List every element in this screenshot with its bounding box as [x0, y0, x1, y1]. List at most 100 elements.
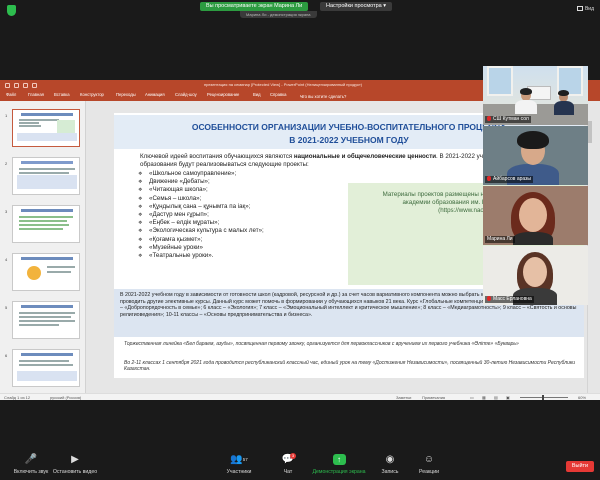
slide-thumbnail[interactable] [12, 157, 80, 195]
record-label: Запись [381, 469, 399, 475]
view-options-label: Настройки просмотра [326, 3, 382, 9]
person-hair [517, 131, 549, 149]
participants-label: Участники [226, 469, 252, 475]
intro-prefix: Ключевой идеей воспитания обучающихся яв… [140, 153, 294, 160]
view-options-dropdown[interactable]: Настройки просмотра ▾ [320, 2, 392, 11]
ribbon-tab-transitions[interactable]: Переходы [116, 92, 136, 97]
ppt-status-bar: Слайд 1 из 12 русский (Россия) Заметки П… [0, 393, 600, 400]
participant-name: СШ Кутман сол [493, 116, 529, 122]
save-icon[interactable] [5, 83, 10, 88]
list-item: «Құндылық сана – құнымта па іақ»; [138, 203, 358, 211]
person-face [523, 257, 547, 287]
comments-button[interactable]: Примечания [422, 394, 445, 401]
thumb-title [21, 209, 73, 212]
participant-name-tag: Айбарсов аразы [485, 176, 533, 183]
thumb-chart [27, 266, 41, 280]
share-screen-icon: ↑ [332, 454, 346, 465]
share-screen-button[interactable]: ↑ Демонстрация экрана [310, 450, 368, 475]
stop-video-button[interactable]: ▶ Остановить видео [46, 450, 104, 475]
thumb-number: 6 [5, 353, 8, 358]
notes-button[interactable]: Заметки [396, 394, 411, 401]
grid-view-icon [576, 6, 583, 12]
thumb-line [19, 172, 69, 174]
slide-thumbnail[interactable] [12, 253, 80, 291]
redo-icon[interactable] [23, 83, 28, 88]
thumb-title [21, 161, 73, 164]
ribbon-tab-review[interactable]: Рецензирование [207, 92, 239, 97]
ribbon-tab-insert[interactable]: Вставка [54, 92, 70, 97]
participant-name-tag: СШ Кутман сол [485, 116, 531, 123]
reactions-button[interactable]: ☺ Реакции [400, 450, 458, 475]
thumb-line [19, 312, 75, 314]
thumb-line [19, 168, 75, 170]
first-bell-note: Торжественная линейка «Бел бараем, азуды… [124, 341, 519, 347]
slide-thumbnail-pane: 1 2 3 4 5 6 [0, 101, 86, 393]
thumb-box [17, 371, 77, 381]
person-body [554, 101, 574, 115]
list-item: «Экологическая культура с малых лет»; [138, 227, 358, 235]
chat-button[interactable]: 💬 3 Чат [259, 450, 317, 475]
mic-muted-icon [487, 176, 491, 181]
participant-video-tile[interactable]: Марина Ли [483, 186, 588, 245]
meeting-toolbar: 🎤 Включить звук ▶ Остановить видео 👥57 У… [0, 448, 600, 480]
view-button[interactable]: Вид [576, 6, 594, 12]
ribbon-tab-slideshow[interactable]: Слайд-шоу [175, 92, 197, 97]
thumb-title [21, 305, 73, 308]
zoom-level[interactable]: 60% [578, 394, 586, 401]
undo-icon[interactable] [14, 83, 19, 88]
reading-view-icon[interactable]: ▤ [494, 394, 498, 401]
window-background [487, 66, 513, 96]
ribbon-tab-help[interactable]: Справка [270, 92, 286, 97]
thumb-line [19, 316, 71, 318]
slide-thumbnail[interactable] [12, 301, 80, 339]
thumb-box [17, 175, 77, 189]
thumb-line [19, 224, 69, 226]
thumb-title [21, 353, 73, 356]
slide-thumbnail[interactable] [12, 109, 80, 147]
security-shield-icon[interactable] [7, 5, 16, 16]
slide-thumbnail[interactable] [12, 349, 80, 387]
thumb-box [57, 120, 75, 133]
start-slideshow-icon[interactable] [32, 83, 37, 88]
thumb-number: 2 [5, 161, 8, 166]
participant-name: Айбарсов аразы [493, 176, 531, 182]
scrollbar-thumb[interactable] [588, 121, 592, 143]
slide-counter: Слайд 1 из 12 [4, 395, 31, 400]
thumb-line [19, 122, 39, 124]
thumb-line [19, 360, 69, 362]
slide-sorter-icon[interactable]: ▦ [482, 394, 486, 401]
chat-bubble-icon: 💬 3 [281, 453, 296, 465]
slide-thumbnail[interactable] [12, 205, 80, 243]
reactions-label: Реакции [418, 469, 440, 475]
thumb-box [17, 133, 77, 141]
ribbon-tab-file[interactable]: Файл [6, 92, 16, 97]
leave-meeting-button[interactable]: Выйти [566, 461, 594, 472]
list-item: «Школьное самоуправление»; [138, 170, 358, 178]
video-camera-icon: ▶ [71, 454, 79, 465]
language-indicator[interactable]: русский (Россия) [50, 394, 81, 401]
participant-video-tile[interactable]: Масс Ерлановна [483, 246, 588, 305]
list-item: «Читающая школа»; [138, 186, 358, 194]
ribbon-tab-animations[interactable]: Анимация [145, 92, 165, 97]
zoom-top-bar: Вы просматриваете экран Марина Ли Настро… [0, 0, 600, 22]
thumb-title [21, 113, 73, 116]
participant-name: Марина Ли [487, 236, 513, 242]
zoom-slider[interactable] [520, 395, 568, 400]
participant-video-tile[interactable]: СШ Кутман сол [483, 66, 588, 125]
person-hair [520, 88, 532, 95]
ribbon-tab-design[interactable]: Конструктор [80, 92, 104, 97]
person-body [515, 100, 537, 114]
thumb-line [19, 228, 63, 230]
chat-label: Чат [283, 469, 293, 475]
participants-count: 57 [242, 457, 248, 462]
list-item: «Семья – школа»; [138, 195, 358, 203]
participant-name-tag: Масс Ерлановна [485, 296, 534, 303]
slideshow-view-icon[interactable]: ▣ [506, 394, 510, 401]
list-item: Движение «Дебаты»; [138, 178, 358, 186]
participant-video-tile[interactable]: Айбарсов аразы [483, 126, 588, 185]
ribbon-tab-home[interactable]: Главная [28, 92, 44, 97]
ribbon-tab-view[interactable]: Вид [253, 92, 261, 97]
tell-me-search-label: Что вы хотите сделать? [300, 94, 347, 99]
normal-view-icon[interactable]: ▭ [470, 394, 474, 401]
person-face [519, 198, 547, 232]
